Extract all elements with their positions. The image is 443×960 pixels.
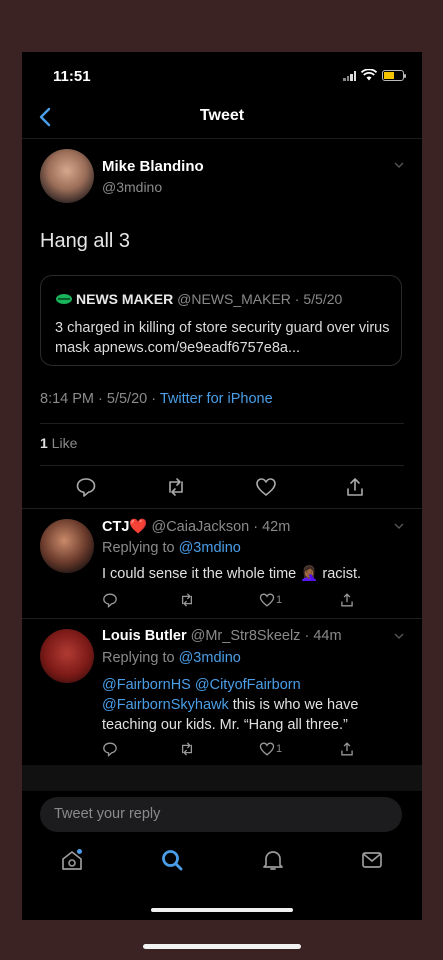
signal-icon bbox=[343, 70, 356, 81]
reply-reply-icon[interactable] bbox=[102, 741, 118, 757]
reply-composer-input[interactable]: Tweet your reply bbox=[40, 797, 402, 832]
tweet-timestamp: 8:14 PM · 5/5/20 · Twitter for iPhone bbox=[40, 391, 273, 407]
author-avatar[interactable] bbox=[40, 149, 94, 203]
reply-avatar-louis-butler[interactable] bbox=[40, 629, 94, 683]
divider bbox=[40, 423, 404, 424]
tab-bar bbox=[22, 847, 422, 881]
reply-like-count: 1 bbox=[276, 594, 283, 606]
tweet-text: Hang all 3 bbox=[40, 230, 131, 252]
quoted-tweet-header: NEWS MAKER @NEWS_MAKER · 5/5/20 bbox=[55, 291, 342, 307]
reply-text: I could sense it the whole time 🤦🏾‍♀️ ra… bbox=[102, 564, 402, 584]
battery-icon bbox=[382, 69, 406, 81]
replying-to: Replying to @3mdino bbox=[102, 650, 241, 666]
facepalm-emoji: 🤦🏾‍♀️ bbox=[300, 566, 319, 582]
quoted-tweet[interactable]: NEWS MAKER @NEWS_MAKER · 5/5/20 3 charge… bbox=[40, 275, 402, 366]
notifications-icon[interactable] bbox=[260, 847, 286, 873]
reply-author[interactable]: CTJ❤️ @CaiaJackson · 42m bbox=[102, 518, 290, 535]
chevron-down-icon[interactable] bbox=[394, 633, 404, 639]
author-handle[interactable]: @3mdino bbox=[102, 179, 162, 195]
reply-mentions[interactable]: @FairbornHS @CityofFairborn bbox=[102, 677, 301, 693]
phone-screen: 11:51 Tweet Mike Blandino @3mdino Hang a… bbox=[22, 52, 422, 920]
replying-to-mention[interactable]: @3mdino bbox=[179, 540, 241, 556]
reply-like-button[interactable]: 1 bbox=[259, 592, 282, 608]
like-label: Like bbox=[47, 435, 78, 451]
share-icon[interactable] bbox=[344, 476, 366, 498]
nav-bar: Tweet bbox=[22, 98, 422, 139]
new-content-dot bbox=[77, 849, 82, 854]
status-time: 11:51 bbox=[53, 68, 91, 85]
reply-author[interactable]: Louis Butler @Mr_Str8Skeelz · 44m bbox=[102, 628, 342, 644]
device-home-bar bbox=[143, 944, 301, 949]
reply-author-handle: @Mr_Str8Skeelz · 44m bbox=[190, 628, 342, 644]
divider bbox=[22, 508, 422, 509]
reply-text-part: racist. bbox=[318, 566, 362, 582]
reply-like-count: 1 bbox=[276, 743, 283, 755]
heart-icon bbox=[259, 742, 275, 756]
composer-placeholder: Tweet your reply bbox=[54, 806, 161, 822]
reply-retweet-icon[interactable] bbox=[179, 741, 195, 757]
tweet-source-link[interactable]: Twitter for iPhone bbox=[160, 391, 273, 407]
divider bbox=[22, 618, 422, 619]
reply-author-name: CTJ❤️ bbox=[102, 519, 148, 535]
reply-retweet-icon[interactable] bbox=[179, 592, 195, 608]
reply-icon[interactable] bbox=[75, 476, 97, 498]
author-name[interactable]: Mike Blandino bbox=[102, 158, 204, 175]
reply-share-icon[interactable] bbox=[339, 592, 355, 608]
quoted-author-name: NEWS MAKER bbox=[76, 291, 174, 307]
replying-to-label: Replying to bbox=[102, 650, 179, 666]
reply-author-handle: @CaiaJackson · 42m bbox=[151, 519, 291, 535]
reply-author-name: Louis Butler bbox=[102, 628, 187, 644]
reply-avatar-ctj[interactable] bbox=[40, 519, 94, 573]
news-maker-logo-icon bbox=[56, 294, 72, 304]
wifi-icon bbox=[361, 69, 377, 81]
tweet-time: 8:14 PM · 5/5/20 · bbox=[40, 391, 160, 407]
messages-icon[interactable] bbox=[359, 847, 385, 873]
tweet-actions bbox=[22, 476, 422, 500]
quoted-author-meta: @NEWS_MAKER · 5/5/20 bbox=[177, 291, 343, 307]
page-title: Tweet bbox=[199, 107, 245, 124]
reply-text-part: I could sense it the whole time bbox=[102, 566, 301, 582]
reply-text: @FairbornHS @CityofFairborn @FairbornSkyh… bbox=[102, 675, 402, 735]
replying-to-mention[interactable]: @3mdino bbox=[179, 650, 241, 666]
likes-summary[interactable]: 1 Like bbox=[40, 435, 77, 451]
like-count: 1 bbox=[40, 435, 48, 451]
battery-level bbox=[384, 71, 394, 79]
chevron-down-icon[interactable] bbox=[394, 162, 404, 168]
quoted-tweet-text: 3 charged in killing of store security g… bbox=[55, 320, 390, 356]
home-indicator[interactable] bbox=[151, 908, 293, 912]
chevron-down-icon[interactable] bbox=[394, 523, 404, 529]
status-bar: 11:51 bbox=[22, 52, 422, 98]
heart-icon bbox=[259, 593, 275, 607]
reply-mentions[interactable]: @FairbornSkyhawk bbox=[102, 697, 229, 713]
divider bbox=[40, 465, 404, 466]
home-icon[interactable] bbox=[59, 847, 85, 873]
search-icon[interactable] bbox=[159, 847, 185, 873]
reply-like-button[interactable]: 1 bbox=[259, 741, 282, 757]
timeline-end-spacer bbox=[22, 765, 422, 791]
replying-to: Replying to @3mdino bbox=[102, 540, 241, 556]
reply-reply-icon[interactable] bbox=[102, 592, 118, 608]
status-icons bbox=[343, 69, 406, 81]
reply-share-icon[interactable] bbox=[339, 741, 355, 757]
like-heart-icon[interactable] bbox=[255, 476, 277, 498]
replying-to-label: Replying to bbox=[102, 540, 179, 556]
retweet-icon[interactable] bbox=[165, 476, 187, 498]
